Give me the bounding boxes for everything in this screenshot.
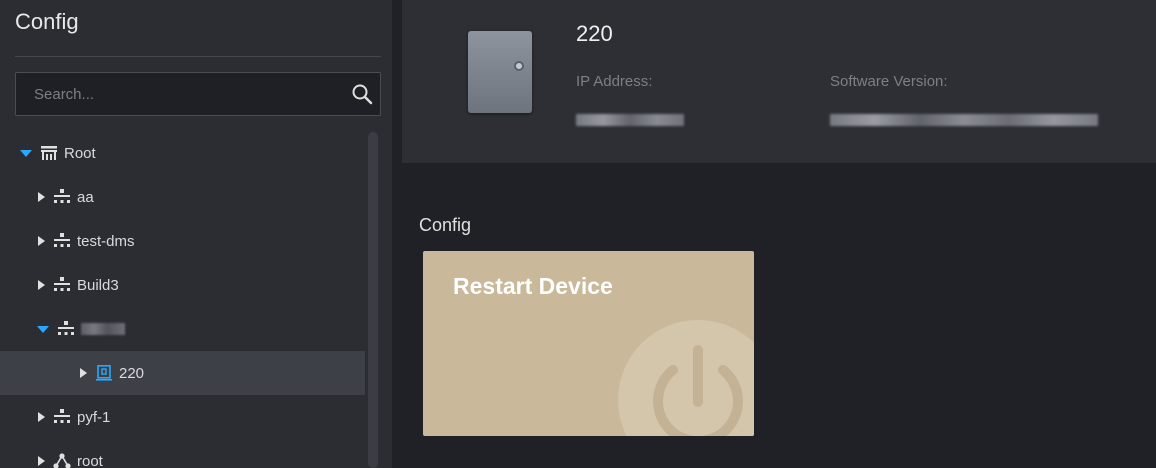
root-org-icon [41,146,57,160]
tree-node-aa[interactable]: aa [0,175,365,219]
tree-node-220[interactable]: 220 [0,351,365,395]
device-image [468,31,532,113]
tree-node-root[interactable]: Root [0,131,365,175]
org-unit-icon [58,321,74,335]
tree-scrollbar[interactable] [368,132,378,468]
config-section-title: Config [419,215,472,235]
tree-node-build3[interactable]: Build3 [0,263,365,307]
search-icon[interactable] [350,82,374,106]
device-config-panel: 220 IP Address: Software Version: Config… [392,0,1156,468]
software-version-label: Software Version: [830,73,948,90]
ip-address-value-redacted [576,114,684,126]
search-input[interactable] [16,73,336,115]
sidebar-divider [15,56,381,57]
org-unit-icon [54,189,70,203]
power-icon [618,320,754,436]
collapse-arrow-icon[interactable] [38,456,45,466]
tree-node-test-dms[interactable]: test-dms [0,219,365,263]
tree-node-label: pyf-1 [77,408,111,426]
org-unit-icon [54,277,70,291]
sidebar-title: Config [15,9,79,34]
expand-arrow-icon[interactable] [37,325,49,333]
device-knob-icon [514,61,524,71]
redacted-label [81,323,125,335]
org-unit-icon [54,233,70,247]
device-info-header: 220 IP Address: Software Version: [402,0,1156,163]
tree-node-label: root [77,452,103,468]
collapse-arrow-icon[interactable] [38,280,45,290]
org-unit-icon [54,409,70,423]
collapse-arrow-icon[interactable] [38,412,45,422]
device-name: 220 [576,21,613,46]
tree-node-redacted[interactable] [0,307,365,351]
tree-node-pyf-1[interactable]: pyf-1 [0,395,365,439]
tree-node-label: Build3 [77,276,119,294]
collapse-arrow-icon[interactable] [38,192,45,202]
tree-node-label: aa [77,188,94,206]
ip-address-label: IP Address: [576,73,653,90]
config-sidebar: Config Root aa [0,0,392,468]
software-version-value-redacted [830,114,1098,126]
restart-device-label: Restart Device [453,273,613,299]
tree-node-label: test-dms [77,232,135,250]
collapse-arrow-icon[interactable] [80,368,87,378]
search-box [15,72,381,116]
restart-device-button[interactable]: Restart Device [423,251,754,436]
tree-node-root-cluster[interactable]: root [0,439,365,468]
cluster-icon [53,453,71,468]
tree-node-label: 220 [119,364,145,382]
device-icon [96,365,112,381]
collapse-arrow-icon[interactable] [38,236,45,246]
tree-node-label: Root [64,144,96,162]
expand-arrow-icon[interactable] [20,149,32,157]
